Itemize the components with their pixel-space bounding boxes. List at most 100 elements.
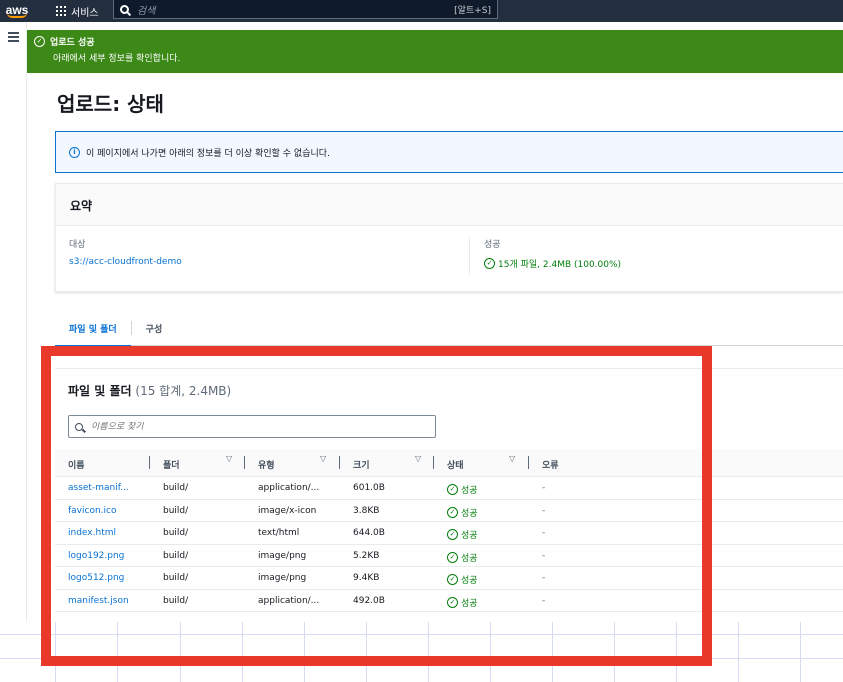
success-check-icon: ✓: [447, 551, 458, 563]
file-name-link[interactable]: index.html: [68, 528, 116, 538]
column-header-size-label: 크기: [353, 461, 370, 471]
aws-logo[interactable]: aws: [0, 0, 34, 22]
info-icon: i: [69, 146, 80, 158]
table-row[interactable]: manifest.json build/ application/... 492…: [55, 590, 843, 612]
column-header-name[interactable]: 이름: [68, 458, 85, 471]
file-folder: build/: [163, 550, 189, 561]
file-size: 644.0B: [353, 528, 385, 538]
file-size: 601.0B: [353, 483, 385, 493]
file-status: ✓ 성공: [447, 506, 478, 519]
info-alert: i 이 페이지에서 나가면 아래의 정보를 더 이상 확인할 수 없습니다.: [55, 131, 843, 173]
column-separator[interactable]: [433, 456, 434, 469]
destination-label: 대상: [69, 240, 86, 250]
column-separator[interactable]: [528, 456, 529, 469]
file-status-text: 성공: [461, 508, 478, 519]
column-separator[interactable]: [244, 456, 245, 469]
file-status: ✓ 성공: [447, 483, 478, 496]
tab-files-and-folders[interactable]: 파일 및 폴더: [55, 310, 131, 347]
file-status: ✓ 성공: [447, 596, 478, 609]
find-by-name-field[interactable]: [91, 421, 429, 432]
aws-logo-smile: [7, 13, 27, 18]
column-header-status-label: 상태: [447, 461, 464, 471]
success-check-icon: ✓: [447, 484, 458, 495]
file-type: application/...: [258, 595, 320, 606]
column-separator[interactable]: [339, 456, 340, 469]
success-section: 성공 ✓ 15개 파일, 2.4MB (100.00%): [484, 237, 621, 270]
column-header-type[interactable]: 유형: [258, 458, 275, 471]
file-status-text: 성공: [461, 531, 478, 541]
column-header-type-label: 유형: [258, 461, 275, 471]
summary-divider: [469, 237, 470, 275]
table-row[interactable]: logo192.png build/ image/png 5.2KB ✓ 성공 -: [55, 545, 843, 567]
search-shortcut-hint: [알트+S]: [454, 5, 491, 16]
services-label: 서비스: [71, 7, 99, 19]
file-folder: build/: [163, 505, 189, 516]
files-heading: 파일 및 폴더 (15 합계, 2.4MB): [68, 382, 231, 399]
file-size: 3.8KB: [353, 505, 380, 516]
file-folder: build/: [163, 595, 189, 606]
file-size: 9.4KB: [353, 573, 380, 583]
services-button[interactable]: 서비스: [34, 0, 109, 22]
success-value-text: 15개 파일, 2.4MB (100.00%): [498, 260, 622, 270]
side-navigation-rail: [0, 22, 27, 622]
faded-background-grid: [0, 622, 843, 682]
page-title: 업로드: 상태: [57, 92, 164, 116]
file-name-link[interactable]: logo192.png: [68, 551, 124, 561]
table-row[interactable]: favicon.ico build/ image/x-icon 3.8KB ✓ 성…: [55, 500, 843, 522]
summary-heading: 요약: [56, 184, 843, 226]
file-folder: build/: [163, 573, 189, 583]
top-navigation-bar: aws 서비스 검색 [알트+S]: [0, 0, 843, 22]
files-count: (15 합계, 2.4MB): [135, 384, 232, 398]
file-name-link[interactable]: logo512.png: [68, 573, 124, 583]
file-error: -: [542, 483, 546, 493]
tabs: 파일 및 폴더 구성: [55, 310, 843, 347]
file-folder: build/: [163, 483, 189, 493]
file-size: 5.2KB: [353, 550, 380, 561]
success-check-icon: ✓: [484, 258, 495, 269]
file-size: 492.0B: [353, 595, 385, 606]
table-row[interactable]: logo512.png build/ image/png 9.4KB ✓ 성공 -: [55, 567, 843, 590]
summary-container: 요약 대상 s3://acc-cloudfront-demo 성공 ✓ 15개 …: [55, 183, 843, 292]
column-header-folder[interactable]: 폴더: [163, 458, 180, 471]
success-value: ✓ 15개 파일, 2.4MB (100.00%): [484, 257, 621, 270]
search-icon: [75, 422, 83, 431]
file-status-text: 성공: [461, 576, 478, 586]
table-row[interactable]: index.html build/ text/html 644.0B ✓ 성공 -: [55, 522, 843, 545]
success-check-icon: ✓: [447, 506, 458, 518]
file-name-link[interactable]: asset-manif...: [68, 483, 129, 493]
file-type: image/png: [258, 550, 307, 561]
destination-link[interactable]: s3://acc-cloudfront-demo: [69, 257, 182, 267]
files-heading-text: 파일 및 폴더: [68, 384, 132, 398]
search-placeholder: 검색: [137, 5, 156, 17]
upload-success-flashbar: ✓ 업로드 성공 아래에서 세부 정보를 확인합니다.: [27, 30, 843, 73]
search-icon: [120, 4, 129, 14]
success-check-icon: ✓: [447, 574, 458, 585]
menu-icon[interactable]: [8, 32, 19, 44]
global-search-input[interactable]: 검색 [알트+S]: [113, 0, 498, 19]
success-check-icon: ✓: [447, 596, 458, 608]
file-status: ✓ 성공: [447, 573, 478, 586]
file-status-text: 성공: [461, 486, 478, 496]
column-separator[interactable]: [149, 456, 150, 469]
table-header: 이름 폴더 ▽ 유형 ▽ 크기 ▽ 상태 ▽ 오류: [55, 449, 843, 477]
file-error: -: [542, 573, 546, 583]
column-header-error[interactable]: 오류: [542, 458, 559, 471]
file-error: -: [542, 505, 546, 516]
file-error: -: [542, 595, 546, 606]
file-name-link[interactable]: favicon.ico: [68, 506, 117, 516]
file-type: application/...: [258, 483, 320, 493]
file-status-text: 성공: [461, 553, 478, 564]
column-header-size[interactable]: 크기: [353, 458, 370, 471]
tab-configuration[interactable]: 구성: [132, 310, 177, 346]
file-name-link[interactable]: manifest.json: [68, 596, 129, 606]
column-header-status[interactable]: 상태: [447, 458, 464, 471]
file-folder: build/: [163, 528, 189, 538]
file-status-text: 성공: [461, 598, 478, 609]
column-header-folder-label: 폴더: [163, 461, 180, 471]
success-check-icon: ✓: [34, 36, 45, 47]
file-status: ✓ 성공: [447, 528, 478, 541]
table-row[interactable]: asset-manif... build/ application/... 60…: [55, 477, 843, 500]
find-by-name-input[interactable]: [68, 415, 436, 438]
apps-grid-icon: [56, 6, 66, 16]
file-error: -: [542, 528, 546, 538]
